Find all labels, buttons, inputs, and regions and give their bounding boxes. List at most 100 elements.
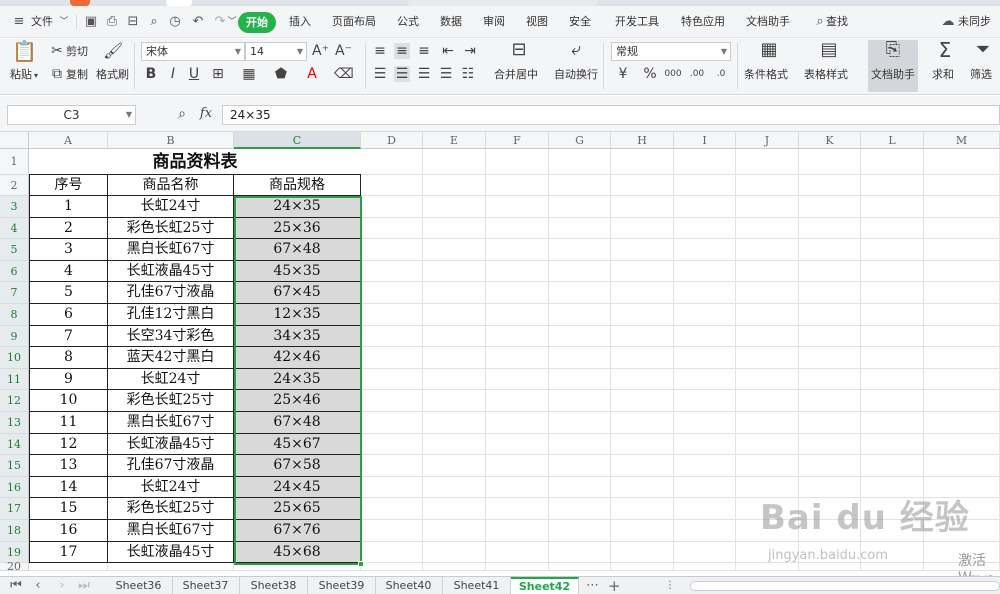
product-spec-cell[interactable]: 67×48 <box>234 239 361 261</box>
currency-icon[interactable]: ¥ <box>614 66 632 82</box>
index-cell[interactable]: 11 <box>29 412 108 434</box>
empty-cell[interactable] <box>611 412 674 434</box>
bold-icon[interactable]: B <box>144 66 158 82</box>
empty-cell[interactable] <box>423 498 486 520</box>
doc-helper-button[interactable]: 文档助手 <box>871 68 915 82</box>
empty-cell[interactable] <box>234 563 361 571</box>
empty-cell[interactable] <box>799 390 861 412</box>
first-sheet-icon[interactable]: ⏮ <box>10 578 22 594</box>
tab-developer[interactable]: 开发工具 <box>615 6 659 38</box>
row-header-14[interactable]: 14 <box>0 433 29 456</box>
empty-cell[interactable] <box>549 325 611 348</box>
search-link[interactable]: 查找 <box>826 6 848 38</box>
underline-icon[interactable]: U <box>187 66 201 82</box>
empty-cell[interactable] <box>549 476 611 499</box>
row-header-4[interactable]: 4 <box>0 217 29 240</box>
product-spec-cell[interactable]: 45×68 <box>234 541 361 564</box>
empty-cell[interactable] <box>361 304 423 326</box>
empty-cell[interactable] <box>549 304 611 326</box>
column-header-c[interactable]: C <box>234 132 361 149</box>
product-name-cell[interactable]: 长虹24寸 <box>108 196 234 218</box>
column-header-e[interactable]: E <box>423 132 486 149</box>
empty-cell[interactable] <box>674 260 736 283</box>
font-name-select[interactable]: 宋体 ▼ <box>141 42 245 61</box>
empty-cell[interactable] <box>674 325 736 348</box>
index-cell[interactable]: 14 <box>29 476 108 499</box>
empty-cell[interactable] <box>736 368 799 391</box>
product-name-cell[interactable]: 黑白长虹67寸 <box>108 520 234 542</box>
column-header-f[interactable]: F <box>486 132 549 149</box>
empty-cell[interactable] <box>924 433 1000 456</box>
fx-icon[interactable]: fx <box>196 106 216 122</box>
tab-formulas[interactable]: 公式 <box>397 6 419 38</box>
empty-cell[interactable] <box>423 563 486 571</box>
empty-cell[interactable] <box>736 175 799 196</box>
row-header-18[interactable]: 18 <box>0 520 29 542</box>
horizontal-scrollbar[interactable] <box>690 581 1000 591</box>
sheet-tab-sheet40[interactable]: Sheet40 <box>375 577 443 594</box>
row-header-9[interactable]: 9 <box>0 325 29 348</box>
empty-cell[interactable] <box>423 196 486 218</box>
empty-cell[interactable] <box>611 563 674 571</box>
empty-cell[interactable] <box>799 239 861 261</box>
product-name-cell[interactable]: 蓝天42寸黑白 <box>108 347 234 369</box>
empty-cell[interactable] <box>924 368 1000 391</box>
row-header-3[interactable]: 3 <box>0 196 29 218</box>
index-cell[interactable]: 17 <box>29 541 108 564</box>
header-product-spec[interactable]: 商品规格 <box>234 175 361 196</box>
sum-button[interactable]: 求和 <box>932 68 954 82</box>
empty-cell[interactable] <box>736 282 799 304</box>
empty-cell[interactable] <box>924 455 1000 477</box>
number-format-select[interactable]: 常规 ▼ <box>611 42 731 61</box>
empty-cell[interactable] <box>423 260 486 283</box>
product-name-cell[interactable]: 长虹液晶45寸 <box>108 541 234 564</box>
empty-cell[interactable] <box>861 325 924 348</box>
indent-increase-icon[interactable]: ⇥ <box>462 43 478 59</box>
empty-cell[interactable] <box>674 347 736 369</box>
empty-cell[interactable] <box>486 196 549 218</box>
product-name-cell[interactable]: 长空34寸彩色 <box>108 325 234 348</box>
empty-cell[interactable] <box>361 455 423 477</box>
empty-cell[interactable] <box>549 239 611 261</box>
formula-input[interactable]: 24×35 <box>222 105 1000 125</box>
product-spec-cell[interactable]: 67×45 <box>234 282 361 304</box>
row-header-1[interactable]: 1 <box>0 149 29 175</box>
empty-cell[interactable] <box>799 347 861 369</box>
product-name-cell[interactable]: 彩色长虹25寸 <box>108 390 234 412</box>
empty-cell[interactable] <box>736 433 799 456</box>
align-right-icon[interactable]: ☰ <box>416 66 432 82</box>
column-header-k[interactable]: K <box>799 132 861 149</box>
empty-cell[interactable] <box>486 476 549 499</box>
tab-insert[interactable]: 插入 <box>289 6 311 38</box>
empty-cell[interactable] <box>361 520 423 542</box>
empty-cell[interactable] <box>674 368 736 391</box>
indent-decrease-icon[interactable]: ⇤ <box>440 43 456 59</box>
product-name-cell[interactable]: 孔佳67寸液晶 <box>108 455 234 477</box>
sheet-tab-sheet41[interactable]: Sheet41 <box>443 577 511 594</box>
empty-cell[interactable] <box>799 325 861 348</box>
empty-cell[interactable] <box>611 239 674 261</box>
empty-cell[interactable] <box>924 347 1000 369</box>
empty-cell[interactable] <box>736 390 799 412</box>
empty-cell[interactable] <box>799 304 861 326</box>
empty-cell[interactable] <box>924 304 1000 326</box>
tab-home[interactable]: 开始 <box>238 12 276 33</box>
empty-cell[interactable] <box>611 217 674 240</box>
product-spec-cell[interactable]: 12×35 <box>234 304 361 326</box>
index-cell[interactable]: 8 <box>29 347 108 369</box>
empty-cell[interactable] <box>861 282 924 304</box>
row-header-2[interactable]: 2 <box>0 175 29 196</box>
align-middle-icon[interactable]: ≡ <box>394 43 410 59</box>
column-header-h[interactable]: H <box>611 132 674 149</box>
product-spec-cell[interactable]: 34×35 <box>234 325 361 348</box>
empty-cell[interactable] <box>29 563 108 571</box>
product-name-cell[interactable]: 孔佳12寸黑白 <box>108 304 234 326</box>
wrap-text-icon[interactable]: ⤶ <box>565 41 587 59</box>
empty-cell[interactable] <box>861 412 924 434</box>
empty-cell[interactable] <box>799 260 861 283</box>
empty-cell[interactable] <box>674 390 736 412</box>
column-header-i[interactable]: I <box>674 132 736 149</box>
empty-cell[interactable] <box>674 196 736 218</box>
empty-cell[interactable] <box>674 282 736 304</box>
empty-cell[interactable] <box>486 498 549 520</box>
